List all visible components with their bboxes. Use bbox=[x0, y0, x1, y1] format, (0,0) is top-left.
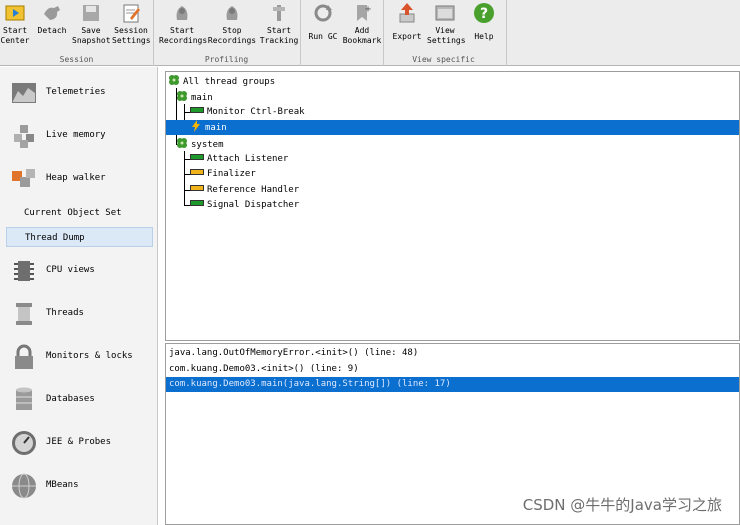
settings-document-icon bbox=[123, 4, 140, 23]
tree-node-reference-handler[interactable]: Reference Handler bbox=[190, 183, 299, 198]
start-recordings-button[interactable]: Start Recordings bbox=[159, 0, 207, 50]
thread-group-icon bbox=[177, 91, 187, 101]
sidebar-item-live-memory[interactable]: Live memory bbox=[6, 116, 156, 154]
stack-frame-row-selected[interactable]: com.kuang.Demo03.main(java.lang.String[]… bbox=[166, 377, 739, 392]
help-button[interactable]: ? Help bbox=[469, 0, 499, 50]
gauge-icon bbox=[12, 431, 36, 455]
bookmark-icon: + bbox=[357, 4, 371, 21]
session-settings-button[interactable]: Session Settings bbox=[112, 0, 151, 50]
sidebar-item-monitors-locks[interactable]: Monitors & locks bbox=[6, 337, 156, 375]
tree-node-signal-dispatcher[interactable]: Signal Dispatcher bbox=[190, 198, 299, 213]
tree-node-attach-listener[interactable]: Attach Listener bbox=[190, 152, 288, 167]
heap-walker-icon bbox=[12, 169, 35, 187]
stop-recordings-icon bbox=[226, 6, 238, 20]
sidebar-item-current-object-set[interactable]: Current Object Set bbox=[6, 203, 153, 223]
gc-group: Run GC + Add Bookmark bbox=[302, 0, 384, 66]
help-icon: ? bbox=[474, 3, 494, 23]
session-group: Start Center Detach Save Snapshot Sessio… bbox=[0, 0, 154, 66]
tree-node-main-thread[interactable]: main bbox=[166, 120, 739, 135]
save-snapshot-button[interactable]: Save Snapshot bbox=[72, 0, 111, 50]
telemetries-icon bbox=[12, 83, 36, 103]
runnable-state-icon bbox=[190, 200, 204, 206]
profiling-group: Start Recordings Stop Recordings Start T… bbox=[155, 0, 301, 66]
svg-text:?: ? bbox=[480, 6, 488, 22]
waiting-state-icon bbox=[190, 169, 204, 175]
sidebar-item-thread-dump[interactable]: Thread Dump bbox=[6, 227, 153, 247]
stop-recordings-button[interactable]: Stop Recordings bbox=[207, 0, 257, 50]
sidebar-item-heap-walker[interactable]: Heap walker bbox=[6, 159, 156, 197]
view-specific-group: Export View Settings ? Help View specifi… bbox=[385, 0, 507, 66]
watermark: CSDN @牛牛的Java学习之旅 bbox=[522, 496, 722, 514]
sidebar-item-cpu-views[interactable]: CPU views bbox=[6, 251, 156, 289]
globe-icon bbox=[12, 473, 36, 499]
run-gc-icon bbox=[314, 4, 332, 22]
tree-node-system-group[interactable]: system bbox=[176, 137, 224, 152]
stack-frame-row[interactable]: com.kuang.Demo03.<init>() (line: 9) bbox=[166, 362, 739, 377]
threads-spool-icon bbox=[16, 303, 32, 325]
runnable-state-icon bbox=[190, 154, 204, 160]
start-recordings-icon bbox=[176, 6, 188, 20]
thread-tree: All thread groups main Monitor Ctrl-Brea… bbox=[165, 71, 740, 341]
sidebar-item-databases[interactable]: Databases bbox=[6, 380, 156, 418]
start-tracking-button[interactable]: Start Tracking bbox=[259, 0, 299, 50]
lightning-icon bbox=[192, 120, 200, 132]
stack-frame-row[interactable]: java.lang.OutOfMemoryError.<init>() (lin… bbox=[166, 346, 739, 361]
export-button[interactable]: Export bbox=[391, 0, 423, 50]
start-tracking-icon bbox=[273, 5, 285, 21]
run-gc-button[interactable]: Run GC bbox=[306, 0, 340, 50]
detach-button[interactable]: Detach bbox=[36, 0, 68, 50]
tree-node-all-thread-groups[interactable]: All thread groups bbox=[168, 74, 275, 89]
thread-group-icon bbox=[177, 138, 187, 148]
cpu-chip-icon bbox=[14, 261, 34, 281]
export-icon bbox=[399, 3, 415, 23]
sidebar-item-mbeans[interactable]: MBeans bbox=[6, 466, 156, 504]
save-icon bbox=[83, 5, 99, 21]
tree-node-finalizer[interactable]: Finalizer bbox=[190, 167, 256, 182]
toolbar: Start Center Detach Save Snapshot Sessio… bbox=[0, 0, 740, 66]
sidebar: Telemetries Live memory Heap walker Curr… bbox=[0, 67, 158, 525]
view-settings-button[interactable]: View Settings bbox=[427, 0, 466, 50]
runnable-state-icon bbox=[190, 107, 204, 113]
lock-icon bbox=[15, 344, 33, 369]
database-icon bbox=[16, 387, 32, 410]
start-center-icon bbox=[5, 5, 25, 21]
start-center-button[interactable]: Start Center bbox=[0, 0, 30, 50]
thread-group-icon bbox=[169, 75, 179, 85]
waiting-state-icon bbox=[190, 185, 204, 191]
tree-node-monitor-ctrl-break[interactable]: Monitor Ctrl-Break bbox=[190, 105, 305, 120]
sidebar-item-jee-probes[interactable]: JEE & Probes bbox=[6, 423, 156, 461]
svg-text:+: + bbox=[365, 4, 371, 15]
sidebar-item-telemetries[interactable]: Telemetries bbox=[6, 73, 156, 111]
view-settings-icon bbox=[435, 5, 455, 21]
tree-node-main-group[interactable]: main bbox=[176, 90, 213, 105]
add-bookmark-button[interactable]: + Add Bookmark bbox=[342, 0, 382, 50]
detach-icon bbox=[44, 6, 60, 20]
sidebar-item-threads[interactable]: Threads bbox=[6, 294, 156, 332]
live-memory-icon bbox=[14, 125, 34, 148]
